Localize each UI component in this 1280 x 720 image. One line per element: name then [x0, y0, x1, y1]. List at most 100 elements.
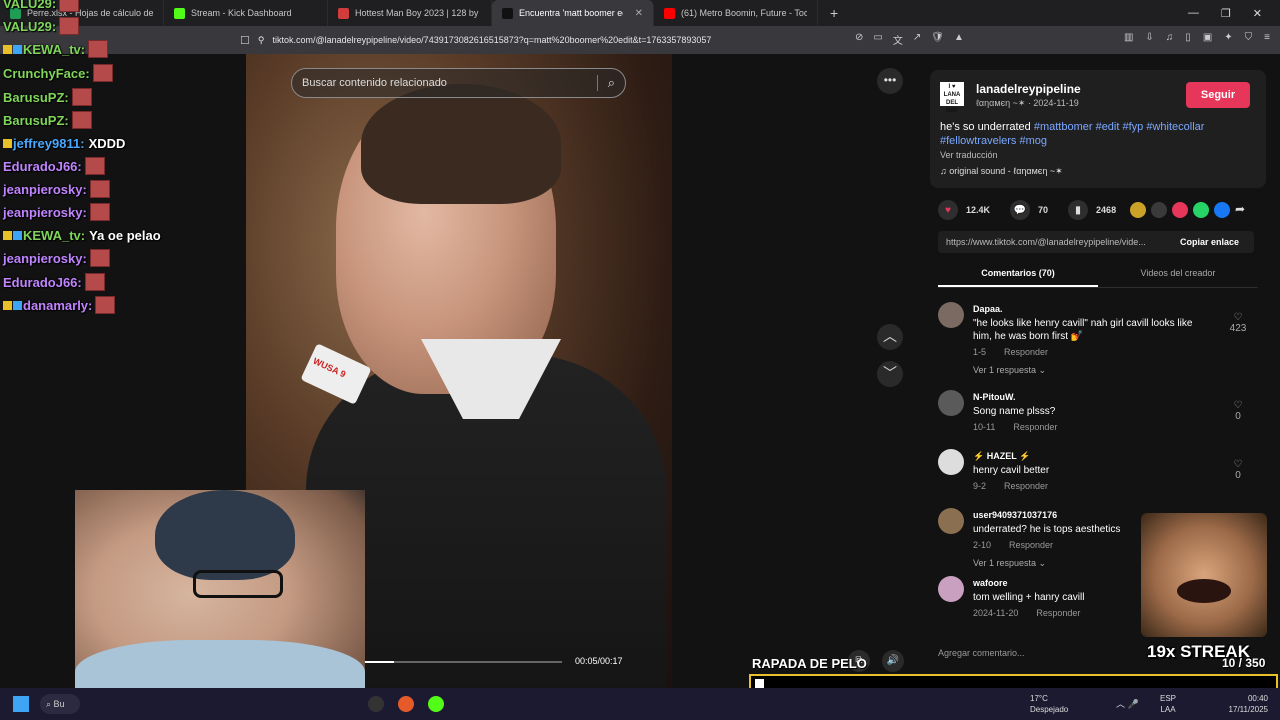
view-replies-link[interactable]: Ver 1 respuesta ⌄	[973, 558, 1046, 569]
comment-icon[interactable]: 💬	[1010, 200, 1031, 220]
menu-icon[interactable]: ≡	[1264, 32, 1270, 43]
reply-button[interactable]: Responder	[1009, 540, 1053, 550]
sound-link[interactable]: ♫ original sound - ℓαηαмєη ~✶	[940, 166, 1063, 177]
commenter-name[interactable]: wafoore	[973, 578, 1008, 588]
cast-icon[interactable]: ▭	[873, 32, 882, 47]
chat-username[interactable]: EduradoJ66:	[3, 275, 82, 290]
view-replies-link[interactable]: Ver 1 respuesta ⌄	[973, 365, 1046, 376]
chat-username[interactable]: BarusuPZ:	[3, 90, 69, 105]
add-comment-input[interactable]: Agregar comentario...	[938, 648, 1148, 658]
site-info-icon[interactable]: ⚲	[258, 35, 265, 46]
bookmark-icon[interactable]: ☐	[240, 34, 250, 47]
heart-outline-icon[interactable]: ♡	[1226, 400, 1250, 411]
share-option-icon[interactable]	[1172, 202, 1188, 218]
new-tab-button[interactable]: +	[818, 5, 850, 21]
chat-username[interactable]: BarusuPZ:	[3, 113, 69, 128]
share-option-icon[interactable]	[1151, 202, 1167, 218]
browser-tab[interactable]: (61) Metro Boomin, Future - Too	[654, 0, 818, 26]
commenter-avatar[interactable]	[938, 449, 964, 475]
share-option-icon[interactable]	[1193, 202, 1209, 218]
share-page-icon[interactable]: ↗	[913, 32, 921, 47]
commenter-name[interactable]: ⚡ HAZEL ⚡	[973, 451, 1030, 462]
more-options-button[interactable]: •••	[877, 68, 903, 94]
tab-comments[interactable]: Comentarios (70)	[938, 264, 1098, 287]
download-icon[interactable]: ⇩	[1145, 32, 1153, 43]
commenter-avatar[interactable]	[938, 576, 964, 602]
browser-tab[interactable]: Encuentra 'matt boomer edit' ✕	[492, 0, 654, 26]
shield-brave-icon[interactable]: 🛡	[931, 32, 944, 47]
chat-username[interactable]: CrunchyFace:	[3, 66, 90, 81]
previous-video-button[interactable]: ︿	[877, 324, 903, 350]
no-tracking-icon[interactable]: ⊘	[855, 32, 863, 47]
commenter-avatar[interactable]	[938, 390, 964, 416]
url-text[interactable]: tiktok.com/@lanadelreypipeline/video/743…	[272, 35, 711, 45]
language-indicator[interactable]: ESP LAA	[1160, 693, 1176, 715]
tab-creator-videos[interactable]: Videos del creador	[1098, 264, 1258, 287]
ai-icon[interactable]: ✦	[1224, 32, 1232, 43]
reply-button[interactable]: Responder	[1013, 422, 1057, 432]
chat-username[interactable]: VALU29:	[3, 0, 56, 11]
volume-icon[interactable]: 🔊	[882, 650, 904, 672]
share-option-icon[interactable]	[1130, 202, 1146, 218]
close-tab-icon[interactable]: ✕	[635, 8, 643, 19]
sidebar-toggle-icon[interactable]: ▥	[1124, 32, 1133, 43]
windows-start-icon[interactable]	[13, 696, 29, 712]
reply-button[interactable]: Responder	[1004, 347, 1048, 357]
heart-outline-icon[interactable]: ♡	[1226, 312, 1250, 323]
clock[interactable]: 00:40 17/11/2025	[1226, 693, 1268, 715]
chevron-up-icon[interactable]: ︿	[1116, 699, 1125, 709]
share-option-icon[interactable]	[1214, 202, 1230, 218]
comment-like[interactable]: ♡ 0	[1226, 459, 1250, 481]
related-search-input[interactable]	[302, 77, 597, 89]
chat-username[interactable]: jeanpierosky:	[3, 251, 87, 266]
commenter-name[interactable]: Dapaa.	[973, 304, 1003, 314]
video-link[interactable]: https://www.tiktok.com/@lanadelreypipeli…	[938, 237, 1174, 247]
taskbar-search[interactable]: ⌕ Bu	[40, 694, 80, 714]
commenter-name[interactable]: user9409371037176	[973, 510, 1057, 520]
author-avatar[interactable]: I ♥ LANA DEL RAY	[940, 82, 964, 114]
weather-widget[interactable]: 17°C Despejado	[1030, 693, 1068, 715]
system-tray[interactable]: ︿ 🎤	[1116, 697, 1139, 710]
reply-button[interactable]: Responder	[1004, 481, 1048, 491]
brave-icon[interactable]	[398, 696, 414, 712]
kick-icon[interactable]	[428, 696, 444, 712]
chat-username[interactable]: jeffrey9811:	[13, 136, 85, 151]
related-search-box[interactable]: ⌕	[291, 68, 626, 98]
comment-like[interactable]: ♡ 423	[1226, 312, 1250, 334]
search-icon[interactable]: ⌕	[596, 75, 615, 91]
heart-outline-icon[interactable]: ♡	[1226, 459, 1250, 470]
commenter-avatar[interactable]	[938, 508, 964, 534]
media-icon[interactable]: ♫	[1166, 32, 1174, 43]
bookmark-save-icon[interactable]: ▮	[1068, 200, 1089, 220]
next-video-button[interactable]: ﹀	[877, 361, 903, 387]
restore-icon[interactable]: ❐	[1221, 7, 1231, 20]
browser-tab[interactable]: Hottest Man Boy 2023 | 128 by vash	[328, 0, 492, 26]
wallet-icon[interactable]: ▣	[1203, 32, 1212, 43]
reply-button[interactable]: Responder	[1036, 608, 1080, 618]
author-name[interactable]: lanadelreypipeline	[976, 82, 1081, 96]
browser-tab[interactable]: Stream - Kick Dashboard	[164, 0, 328, 26]
translate-icon[interactable]: 文	[893, 32, 903, 47]
microphone-icon[interactable]: 🎤	[1128, 699, 1139, 709]
chat-username[interactable]: jeanpierosky:	[3, 182, 87, 197]
minimize-icon[interactable]: —	[1188, 7, 1199, 20]
chat-username[interactable]: danamarly:	[23, 298, 92, 313]
chat-username[interactable]: jeanpierosky:	[3, 205, 87, 220]
vpn-icon[interactable]: ⛉	[1245, 32, 1253, 43]
chat-username[interactable]: VALU29:	[3, 19, 56, 34]
comment-like[interactable]: ♡ 0	[1226, 400, 1250, 422]
heart-icon[interactable]: ♥	[938, 200, 958, 220]
reader-icon[interactable]: ▯	[1185, 32, 1191, 43]
chat-username[interactable]: KEWA_tv:	[23, 228, 85, 243]
commenter-name[interactable]: N-PitouW.	[973, 392, 1016, 402]
share-arrow-icon[interactable]: ➦	[1235, 202, 1251, 218]
follow-button[interactable]: Seguir	[1186, 82, 1250, 108]
rewards-icon[interactable]: ▲	[954, 32, 964, 47]
close-window-icon[interactable]: ✕	[1253, 7, 1262, 20]
app-icon[interactable]	[368, 696, 384, 712]
translate-link[interactable]: Ver traducción	[940, 150, 998, 160]
commenter-avatar[interactable]	[938, 302, 964, 328]
chat-username[interactable]: EduradoJ66:	[3, 159, 82, 174]
copy-link-button[interactable]: Copiar enlace	[1174, 237, 1239, 247]
chat-username[interactable]: KEWA_tv:	[23, 42, 85, 57]
